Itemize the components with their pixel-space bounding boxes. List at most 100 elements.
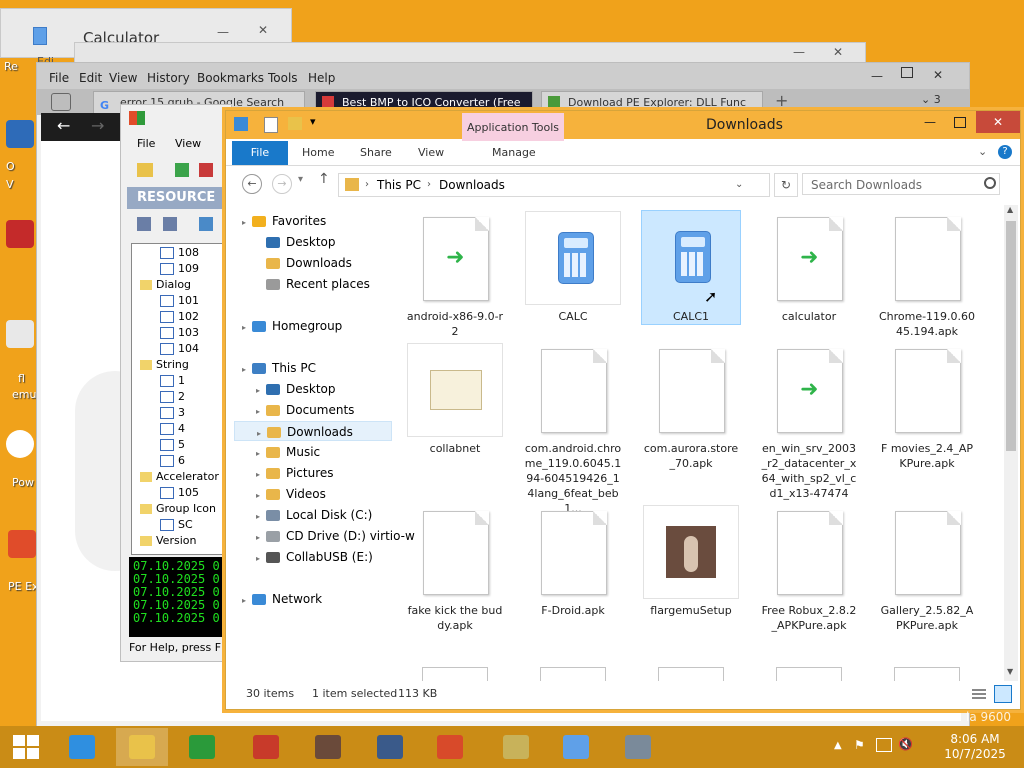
address-dropdown-chevron-icon[interactable]: ⌄	[735, 174, 743, 196]
file-item[interactable]: flargemuSetup	[642, 505, 740, 618]
tree-folder-item[interactable]: Version	[140, 534, 196, 547]
devmgr-minimize-button[interactable]: —	[793, 45, 805, 59]
breadcrumb-this-pc[interactable]: This PC	[377, 174, 421, 196]
devmgr-close-button[interactable]: ✕	[823, 45, 853, 59]
expand-chevron-icon[interactable]: ▸	[256, 402, 266, 422]
tree-leaf-item[interactable]: 105	[160, 486, 199, 499]
ribbon-share-tab[interactable]: Share	[360, 146, 392, 159]
file-item[interactable]: CALC1	[641, 210, 741, 325]
nav-item[interactable]: Downloads	[234, 253, 392, 273]
desktop-label-v[interactable]: V	[6, 178, 14, 191]
nav-item[interactable]: Desktop	[234, 232, 392, 252]
expand-chevron-icon[interactable]: ▸	[242, 591, 252, 611]
desktop-file-icon[interactable]	[6, 320, 34, 348]
taskbar-button[interactable]	[0, 728, 52, 766]
file-item[interactable]: F movies_2.4_APKPure.apk	[878, 343, 976, 471]
scroll-down-icon[interactable]: ▼	[1007, 667, 1013, 676]
ff-menu-history[interactable]: History	[147, 71, 190, 85]
large-icons-view-icon[interactable]	[994, 685, 1012, 703]
taskbar-button[interactable]	[550, 728, 602, 766]
file-item[interactable]: fake kick the buddy.apk	[406, 505, 504, 633]
network-tray-icon[interactable]	[876, 738, 892, 752]
desktop-label-recycle[interactable]: Re	[4, 60, 18, 73]
expand-chevron-icon[interactable]: ▸	[256, 444, 266, 464]
file-item[interactable]: Free Robux_2.8.2_APKPure.apk	[760, 505, 858, 633]
pe-explorer-window[interactable]: File View RESOURCE 108 109 Dialog 101 102 103…	[120, 104, 233, 662]
pe-delete-icon[interactable]	[199, 163, 213, 177]
desktop-label-pow[interactable]: Pow	[12, 476, 34, 489]
expand-chevron-icon[interactable]: ▸	[242, 360, 252, 380]
ff-close-button[interactable]: ✕	[933, 68, 943, 82]
nav-item[interactable]: ▸ Pictures	[234, 463, 392, 483]
expand-chevron-icon[interactable]: ▸	[256, 465, 266, 485]
explorer-minimize-button[interactable]: —	[924, 115, 936, 129]
tree-folder-item[interactable]: Group Icon	[140, 502, 216, 515]
explorer-properties-icon[interactable]	[264, 117, 278, 133]
ff-menu-tools[interactable]: Tools	[268, 71, 298, 85]
desktop-label-fl[interactable]: fl	[18, 372, 25, 385]
taskbar-button[interactable]	[364, 728, 416, 766]
tree-leaf-item[interactable]: 2	[160, 390, 185, 403]
taskbar-button[interactable]	[116, 728, 168, 766]
desktop-app-icon[interactable]	[6, 120, 34, 148]
desktop-power-icon[interactable]	[6, 430, 34, 458]
file-item[interactable]: Gallery_2.5.82_APKPure.apk	[878, 505, 976, 633]
nav-item[interactable]: ▸ CD Drive (D:) virtio-w	[234, 526, 415, 546]
ff-tab-counter[interactable]: ⌄ 3	[921, 93, 941, 106]
ff-maximize-button[interactable]	[901, 67, 913, 78]
tree-leaf-item[interactable]: 108	[160, 246, 199, 259]
file-item-partial[interactable]	[894, 667, 960, 681]
up-button[interactable]: ↑	[318, 171, 330, 187]
ff-new-tab-button[interactable]: +	[775, 91, 788, 110]
expand-chevron-icon[interactable]: ▸	[242, 213, 252, 233]
file-item[interactable]: com.aurora.store_70.apk	[642, 343, 740, 471]
nav-item[interactable]: ▸ Favorites	[234, 211, 392, 231]
nav-item[interactable]: ▸ This PC	[234, 358, 392, 378]
ff-forward-button[interactable]: →	[91, 116, 104, 135]
tree-leaf-item[interactable]: 4	[160, 422, 185, 435]
file-item[interactable]: com.android.chrome_119.0.6045.194-604519…	[524, 343, 622, 516]
nav-item[interactable]: ▸ Local Disk (C:)	[234, 505, 392, 525]
pe-export-icon[interactable]	[163, 217, 177, 231]
ff-menu-help[interactable]: Help	[308, 71, 335, 85]
taskbar-button[interactable]	[176, 728, 228, 766]
tree-folder-item[interactable]: String	[140, 358, 189, 371]
ff-menu-edit[interactable]: Edit	[79, 71, 102, 85]
ff-back-button[interactable]: ←	[57, 116, 70, 135]
nav-item[interactable]: ▸ Music	[234, 442, 392, 462]
file-item-partial[interactable]	[776, 667, 842, 681]
tree-leaf-item[interactable]: 109	[160, 262, 199, 275]
nav-item[interactable]: ▸ Desktop	[234, 379, 392, 399]
tree-leaf-item[interactable]: 5	[160, 438, 185, 451]
file-item[interactable]: ➜ calculator	[760, 211, 858, 324]
desktop-pe-icon[interactable]	[8, 530, 36, 558]
nav-item[interactable]: ▸ Network	[234, 589, 392, 609]
ff-menu-file[interactable]: File	[49, 71, 69, 85]
expand-chevron-icon[interactable]: ▸	[256, 507, 266, 527]
expand-chevron-icon[interactable]: ▸	[256, 381, 266, 401]
tree-leaf-item[interactable]: 101	[160, 294, 199, 307]
taskbar-button[interactable]	[424, 728, 476, 766]
file-item[interactable]: CALC	[524, 211, 622, 324]
pe-save-icon[interactable]	[137, 217, 151, 231]
file-item-partial[interactable]	[540, 667, 606, 681]
nav-item[interactable]: ▸ Documents	[234, 400, 392, 420]
volume-muted-icon[interactable]: 🔇	[898, 737, 913, 751]
forward-button[interactable]: →	[272, 174, 292, 194]
explorer-quick-access-icon[interactable]	[234, 117, 248, 131]
ff-minimize-button[interactable]: —	[871, 69, 883, 83]
tree-leaf-item[interactable]: 104	[160, 342, 199, 355]
file-item-partial[interactable]	[658, 667, 724, 681]
taskbar-button[interactable]	[302, 728, 354, 766]
file-item[interactable]: F-Droid.apk	[524, 505, 622, 618]
scroll-up-icon[interactable]: ▲	[1007, 205, 1013, 214]
explorer-window[interactable]: ▾ Downloads — ✕ Application Tools File H…	[225, 110, 1021, 710]
ribbon-home-tab[interactable]: Home	[302, 146, 334, 159]
ribbon-manage-tab[interactable]: Manage	[492, 146, 536, 159]
ribbon-expand-chevron-icon[interactable]: ⌄	[978, 145, 987, 158]
nav-item[interactable]: Recent places	[234, 274, 392, 294]
desktop-label-pe[interactable]: PE Ex	[8, 580, 39, 593]
taskbar-button[interactable]	[56, 728, 108, 766]
address-bar[interactable]: › This PC › Downloads ⌄	[338, 173, 770, 197]
nav-item[interactable]: ▸ CollabUSB (E:)	[234, 547, 392, 567]
